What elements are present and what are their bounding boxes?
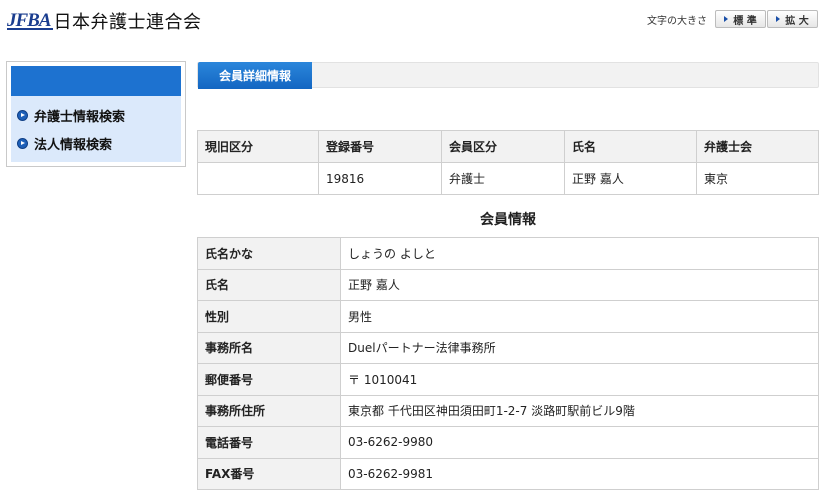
table-row: 電話番号 03-6262-9980 bbox=[197, 426, 819, 459]
column-header: 登録番号 bbox=[318, 130, 442, 163]
sidebar: 弁護士情報検索 法人情報検索 bbox=[6, 61, 186, 167]
row-label: 事務所名 bbox=[197, 331, 341, 364]
font-size-switcher: 文字の大きさ 標 準 拡 大 bbox=[647, 10, 818, 28]
column-header: 氏名 bbox=[564, 130, 697, 163]
font-large-label: 拡 大 bbox=[785, 15, 809, 27]
logo-text: 日本弁護士連合会 bbox=[53, 12, 202, 33]
member-detail-table: 氏名かな しょうの よしと 氏名 正野 嘉人 性別 男性 事務所名 Duelパー… bbox=[197, 237, 819, 490]
column-header: 現旧区分 bbox=[197, 130, 319, 163]
table-row: 郵便番号 〒 1010041 bbox=[197, 363, 819, 396]
column-header: 弁護士会 bbox=[696, 130, 819, 163]
triangle-right-icon bbox=[776, 16, 781, 22]
site-logo[interactable]: JFBA 日本弁護士連合会 bbox=[7, 6, 202, 36]
table-cell bbox=[197, 162, 319, 195]
arrow-circle-icon bbox=[17, 137, 28, 149]
row-label: 氏名 bbox=[197, 268, 341, 301]
table-row: 19816 弁護士 正野 嘉人 東京 bbox=[197, 162, 819, 195]
table-row: FAX番号 03-6262-9981 bbox=[197, 457, 819, 490]
row-value: 〒 1010041 bbox=[340, 363, 819, 396]
table-row: 氏名かな しょうの よしと bbox=[197, 237, 819, 270]
page-title: 会員詳細情報 bbox=[198, 62, 312, 89]
sidebar-item-label: 法人情報検索 bbox=[34, 137, 113, 153]
row-value: 東京都 千代田区神田須田町1-2-7 淡路町駅前ビル9階 bbox=[340, 394, 819, 427]
row-label: FAX番号 bbox=[197, 457, 341, 490]
section-title: 会員情報 bbox=[480, 212, 536, 228]
page-title-bar: 会員詳細情報 bbox=[197, 62, 819, 89]
row-value: 03-6262-9981 bbox=[340, 457, 819, 490]
font-standard-label: 標 準 bbox=[733, 15, 757, 27]
table-cell: 19816 bbox=[318, 162, 442, 195]
member-summary-table: 現旧区分 登録番号 会員区分 氏名 弁護士会 19816 弁護士 正野 嘉人 東… bbox=[197, 130, 819, 195]
triangle-right-icon bbox=[724, 16, 729, 22]
sidebar-item-corporation-search[interactable]: 法人情報検索 bbox=[11, 129, 181, 157]
table-row: 事務所住所 東京都 千代田区神田須田町1-2-7 淡路町駅前ビル9階 bbox=[197, 394, 819, 427]
arrow-circle-icon bbox=[17, 109, 28, 121]
column-header: 会員区分 bbox=[441, 130, 565, 163]
sidebar-item-lawyer-search[interactable]: 弁護士情報検索 bbox=[11, 101, 181, 129]
font-large-button[interactable]: 拡 大 bbox=[767, 10, 818, 28]
table-row: 氏名 正野 嘉人 bbox=[197, 268, 819, 301]
row-label: 氏名かな bbox=[197, 237, 341, 270]
row-label: 電話番号 bbox=[197, 426, 341, 459]
table-header-row: 現旧区分 登録番号 会員区分 氏名 弁護士会 bbox=[197, 130, 819, 163]
row-label: 郵便番号 bbox=[197, 363, 341, 396]
table-row: 性別 男性 bbox=[197, 300, 819, 333]
sidebar-menu: 弁護士情報検索 法人情報検索 bbox=[11, 96, 181, 162]
row-label: 性別 bbox=[197, 300, 341, 333]
row-value: 男性 bbox=[340, 300, 819, 333]
table-cell: 正野 嘉人 bbox=[564, 162, 697, 195]
table-cell: 東京 bbox=[696, 162, 819, 195]
jfba-logo-mark: JFBA bbox=[7, 10, 53, 31]
sidebar-header bbox=[11, 66, 181, 96]
font-standard-button[interactable]: 標 準 bbox=[715, 10, 766, 28]
row-label: 事務所住所 bbox=[197, 394, 341, 427]
row-value: しょうの よしと bbox=[340, 237, 819, 270]
sidebar-item-label: 弁護士情報検索 bbox=[34, 109, 126, 125]
table-row: 事務所名 Duelパートナー法律事務所 bbox=[197, 331, 819, 364]
font-size-label: 文字の大きさ bbox=[647, 15, 707, 27]
row-value: 正野 嘉人 bbox=[340, 268, 819, 301]
row-value: 03-6262-9980 bbox=[340, 426, 819, 459]
table-cell: 弁護士 bbox=[441, 162, 565, 195]
row-value: Duelパートナー法律事務所 bbox=[340, 331, 819, 364]
